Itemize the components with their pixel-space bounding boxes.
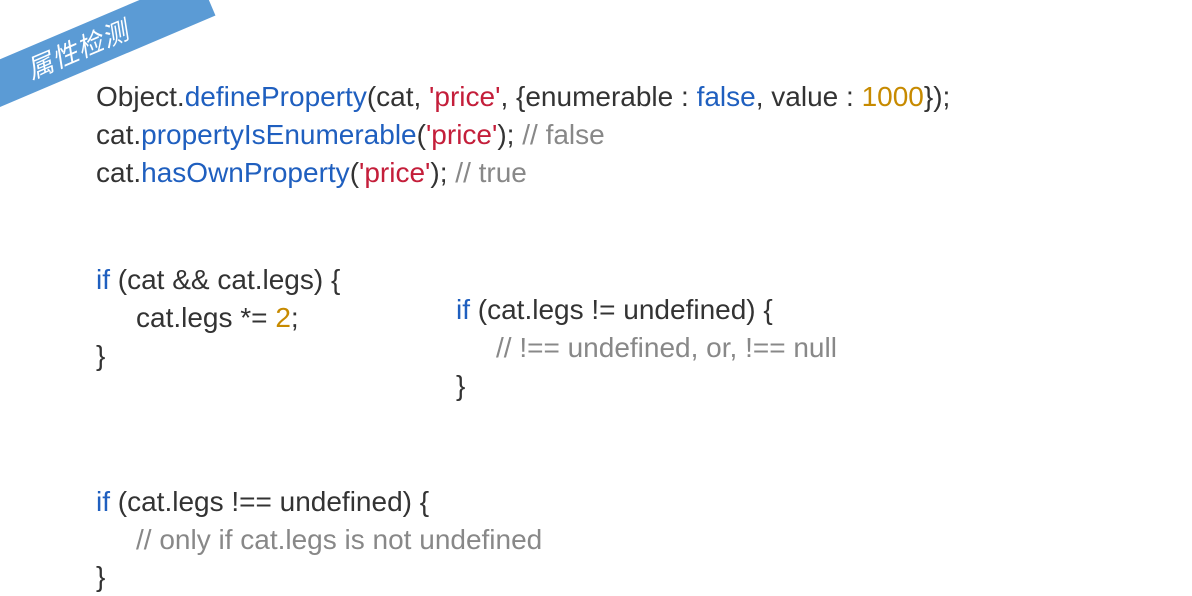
- code-token: cat.: [96, 119, 141, 150]
- code-token: (cat,: [367, 81, 429, 112]
- bottom-code-block: if (cat.legs !== undefined) { // only if…: [96, 483, 1192, 596]
- code-token: Object.: [96, 81, 185, 112]
- code-token: (: [350, 157, 359, 188]
- code-token: defineProperty: [185, 81, 367, 112]
- code-token: if: [96, 264, 110, 295]
- code-token: false: [697, 81, 756, 112]
- code-token: });: [924, 81, 950, 112]
- code-line: if (cat && cat.legs) {: [96, 261, 456, 299]
- code-token: // true: [455, 157, 527, 188]
- code-token: cat.legs *=: [136, 302, 275, 333]
- code-token: ;: [291, 302, 299, 333]
- code-token: 1000: [862, 81, 924, 112]
- code-token: (: [417, 119, 426, 150]
- code-token: (cat.legs != undefined) {: [470, 294, 773, 325]
- code-token: // false: [522, 119, 604, 150]
- code-line-2: cat.propertyIsEnumerable('price'); // fa…: [96, 116, 1192, 154]
- code-token: cat.: [96, 157, 141, 188]
- code-token: (cat && cat.legs) {: [110, 264, 340, 295]
- code-token: );: [497, 119, 522, 150]
- code-line: }: [96, 337, 456, 375]
- code-token: // !== undefined, or, !== null: [496, 332, 837, 363]
- code-line-1: Object.defineProperty(cat, 'price', {enu…: [96, 78, 1192, 116]
- code-token: , value :: [756, 81, 862, 112]
- right-code-block: if (cat.legs != undefined) { // !== unde…: [456, 261, 837, 404]
- code-content: Object.defineProperty(cat, 'price', {enu…: [0, 0, 1192, 596]
- code-line: if (cat.legs !== undefined) {: [96, 483, 1192, 521]
- code-token: }: [96, 340, 105, 371]
- code-token: // only if cat.legs is not undefined: [136, 524, 542, 555]
- code-token: 'price': [359, 157, 430, 188]
- code-token: );: [430, 157, 455, 188]
- code-token: , {enumerable :: [500, 81, 696, 112]
- code-line: }: [456, 367, 837, 405]
- code-token: if: [456, 294, 470, 325]
- code-token: }: [456, 370, 465, 401]
- code-line-3: cat.hasOwnProperty('price'); // true: [96, 154, 1192, 192]
- code-token: }: [96, 561, 105, 592]
- two-column-block: if (cat && cat.legs) { cat.legs *= 2; } …: [96, 261, 1192, 404]
- code-line: // !== undefined, or, !== null: [456, 329, 837, 367]
- code-token: 'price': [429, 81, 500, 112]
- code-line: // only if cat.legs is not undefined: [96, 521, 1192, 559]
- code-token: 2: [275, 302, 291, 333]
- code-token: if: [96, 486, 110, 517]
- code-line: if (cat.legs != undefined) {: [456, 291, 837, 329]
- code-line: cat.legs *= 2;: [96, 299, 456, 337]
- code-token: 'price': [426, 119, 497, 150]
- code-token: hasOwnProperty: [141, 157, 350, 188]
- code-line: }: [96, 558, 1192, 596]
- code-token: propertyIsEnumerable: [141, 119, 416, 150]
- left-code-block: if (cat && cat.legs) { cat.legs *= 2; }: [96, 261, 456, 404]
- code-token: (cat.legs !== undefined) {: [110, 486, 429, 517]
